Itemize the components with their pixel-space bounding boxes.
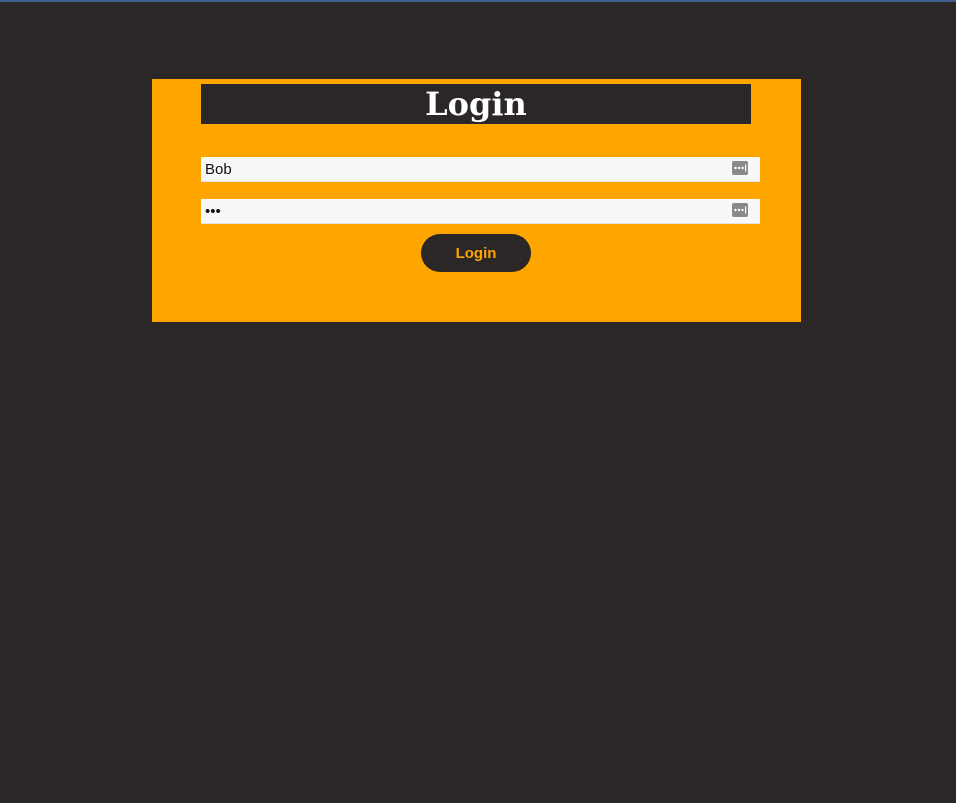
- password-field: [201, 199, 760, 224]
- login-title: Login: [425, 85, 527, 123]
- login-title-bar: Login: [201, 84, 751, 124]
- password-manager-icon[interactable]: [732, 161, 748, 175]
- username-input[interactable]: [201, 157, 725, 181]
- password-manager-icon[interactable]: [732, 203, 748, 217]
- password-input[interactable]: [201, 199, 725, 223]
- login-panel: Login Login: [152, 79, 801, 322]
- username-field: [201, 157, 760, 182]
- window-top-edge: [0, 0, 956, 2]
- login-button[interactable]: Login: [421, 234, 531, 272]
